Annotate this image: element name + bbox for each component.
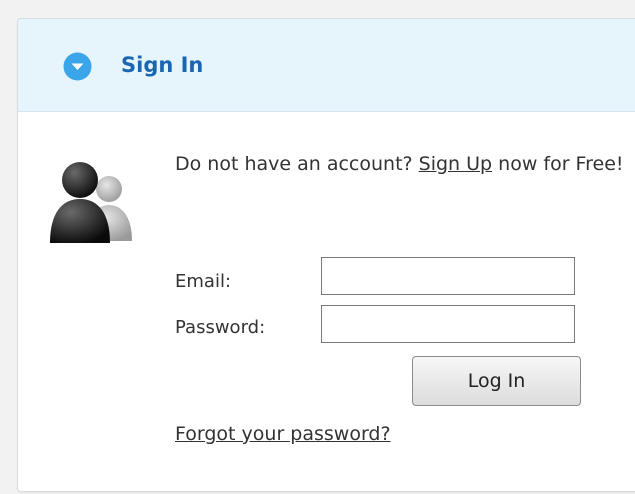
signup-prompt: Do not have an account? Sign Up now for … <box>175 147 625 182</box>
forgot-password-link[interactable]: Forgot your password? <box>175 420 391 448</box>
email-label: Email: <box>175 271 232 292</box>
panel-header: Sign In <box>18 19 635 112</box>
sign-up-link[interactable]: Sign Up <box>419 153 492 175</box>
password-field[interactable] <box>321 305 575 343</box>
log-in-button[interactable]: Log In <box>412 356 581 406</box>
signup-suffix: now for Free! <box>492 153 624 175</box>
chevron-down-circle-icon[interactable] <box>63 52 92 81</box>
sign-in-panel: Sign In Do not have an account? Sign Up … <box>17 18 635 492</box>
password-label: Password: <box>175 317 266 338</box>
users-icon <box>50 162 132 243</box>
email-field[interactable] <box>321 257 575 295</box>
signup-prefix: Do not have an account? <box>175 153 419 175</box>
panel-title: Sign In <box>121 53 204 77</box>
